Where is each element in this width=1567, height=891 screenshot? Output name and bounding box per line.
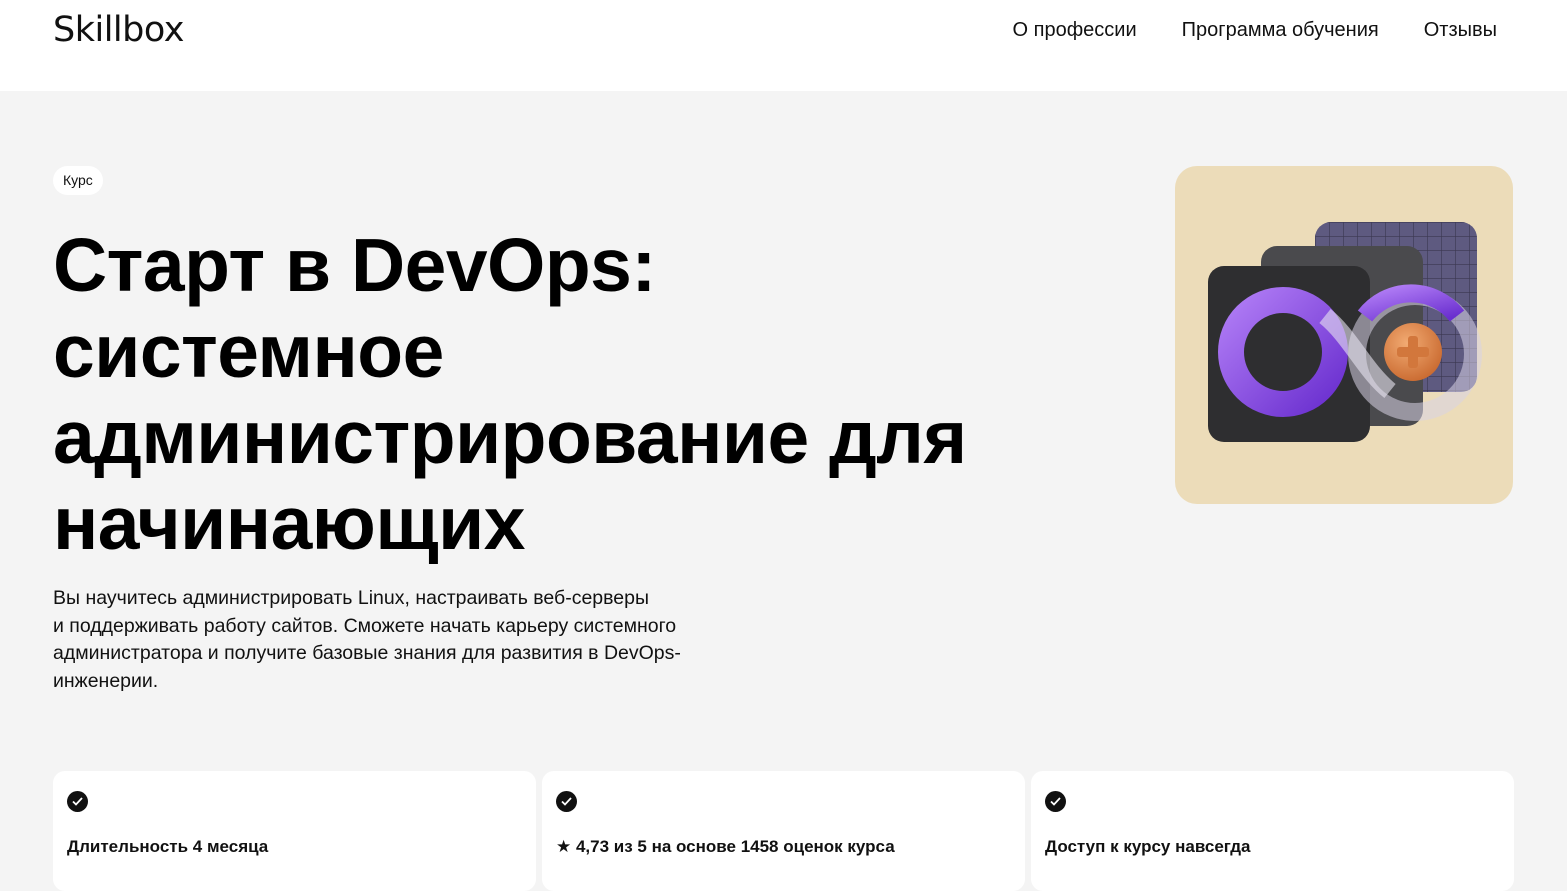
- nav-link-profession[interactable]: О профессии: [1013, 18, 1137, 42]
- feature-card-duration: Длительность 4 месяца: [53, 771, 536, 891]
- description-line: администратора и получите базовые знания…: [53, 642, 681, 664]
- check-circle-icon: [1045, 791, 1066, 812]
- check-circle-icon: [556, 791, 577, 812]
- course-illustration: [1175, 166, 1513, 504]
- main-nav: О профессии Программа обучения Отзывы: [1013, 18, 1497, 42]
- feature-card-rating: ★ 4,73 из 5 на основе 1458 оценок курса: [542, 771, 1025, 891]
- title-line: администрирование для: [53, 395, 967, 479]
- course-description: Вы научитесь администрировать Linux, нас…: [53, 585, 743, 695]
- logo[interactable]: Skillbox: [53, 10, 184, 50]
- title-line: начинающих: [53, 481, 525, 565]
- feature-text: ★ 4,73 из 5 на основе 1458 оценок курса: [556, 837, 895, 856]
- course-badge: Курс: [53, 166, 103, 195]
- nav-link-reviews[interactable]: Отзывы: [1424, 18, 1497, 42]
- feature-text: Доступ к курсу навсегда: [1045, 837, 1251, 856]
- title-line: системное: [53, 309, 444, 393]
- description-line: инженерии.: [53, 669, 159, 692]
- feature-cards: Длительность 4 месяца ★ 4,73 из 5 на осн…: [53, 771, 1514, 891]
- nav-link-program[interactable]: Программа обучения: [1182, 18, 1379, 42]
- description-line: и поддерживать работу сайтов. Сможете на…: [53, 614, 677, 637]
- check-circle-icon: [67, 791, 88, 812]
- description-line: Вы научитесь администрировать Linux, нас…: [53, 587, 649, 609]
- feature-text: Длительность 4 месяца: [67, 837, 269, 856]
- site-header: Skillbox О профессии Программа обучения …: [0, 0, 1567, 91]
- feature-card-access: Доступ к курсу навсегда: [1031, 771, 1514, 891]
- devops-infinity-icon: [1208, 222, 1482, 442]
- page-title: Старт в DevOps: системное администрирова…: [53, 222, 1053, 566]
- title-line: Старт в DevOps:: [53, 223, 656, 307]
